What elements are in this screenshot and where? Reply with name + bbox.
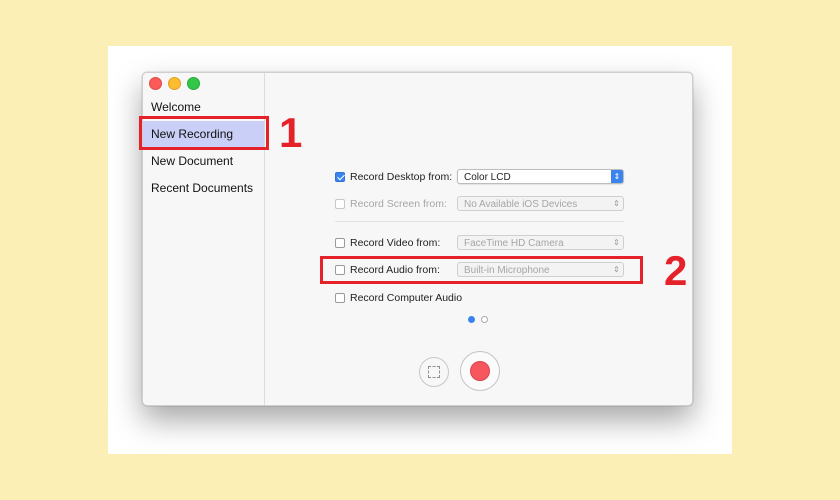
record-video-select[interactable]: FaceTime HD Camera ⇕: [457, 235, 624, 250]
record-screen-value: No Available iOS Devices: [464, 199, 578, 210]
stepper-icon: ⇕: [613, 238, 620, 247]
annotation-box-1: [139, 116, 269, 150]
stepper-icon: ⇕: [611, 170, 623, 183]
annotation-box-2: [320, 256, 643, 284]
select-area-button[interactable]: [419, 357, 449, 387]
record-button[interactable]: [460, 351, 500, 391]
page-indicator-2[interactable]: [481, 316, 488, 323]
record-desktop-checkbox[interactable]: [335, 172, 345, 182]
annotation-number-1: 1: [279, 109, 303, 156]
sidebar-item-recent-documents[interactable]: Recent Documents: [143, 175, 264, 202]
zoom-window-icon[interactable]: [187, 77, 200, 90]
page-indicator-1[interactable]: [468, 316, 475, 323]
minimize-window-icon[interactable]: [168, 77, 181, 90]
sidebar-item-new-document[interactable]: New Document: [143, 148, 264, 175]
record-video-checkbox[interactable]: [335, 238, 345, 248]
record-computer-audio-label: Record Computer Audio: [350, 292, 463, 304]
section-divider: [335, 221, 624, 222]
window-controls: [149, 77, 200, 90]
record-screen-select[interactable]: No Available iOS Devices ⇕: [457, 196, 624, 211]
record-desktop-label: Record Desktop from:: [350, 171, 453, 183]
record-desktop-row[interactable]: Record Desktop from:: [335, 169, 452, 185]
record-screen-checkbox[interactable]: [335, 199, 345, 209]
record-computer-audio-row[interactable]: Record Computer Audio: [335, 290, 462, 306]
record-computer-audio-checkbox[interactable]: [335, 293, 345, 303]
stepper-icon: ⇕: [613, 199, 620, 208]
record-screen-label: Record Screen from:: [350, 198, 447, 210]
selection-area-icon: [428, 366, 440, 378]
record-screen-row[interactable]: Record Screen from:: [335, 196, 447, 212]
annotation-number-2: 2: [664, 247, 688, 294]
record-desktop-select[interactable]: Color LCD ⇕: [457, 169, 624, 184]
close-window-icon[interactable]: [149, 77, 162, 90]
record-icon: [470, 361, 490, 381]
record-video-row[interactable]: Record Video from:: [335, 235, 440, 251]
record-video-label: Record Video from:: [350, 237, 441, 249]
recording-options-panel: Record Desktop from: Color LCD ⇕ Record …: [265, 73, 692, 405]
record-video-value: FaceTime HD Camera: [464, 238, 564, 249]
record-desktop-value: Color LCD: [464, 172, 511, 183]
